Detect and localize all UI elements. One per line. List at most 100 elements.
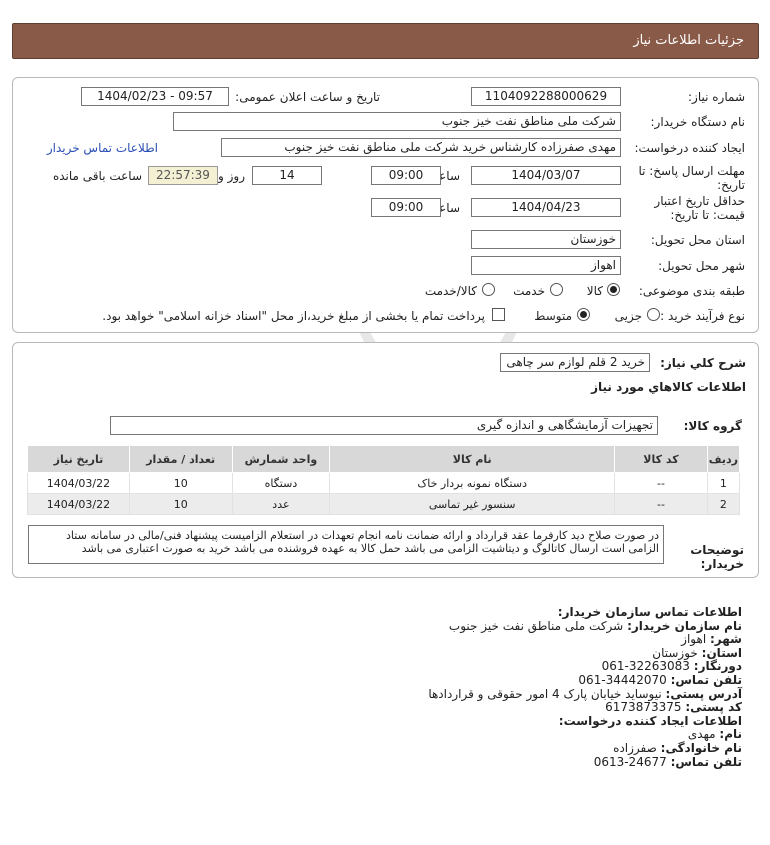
contact-postal-label: کد پستی: [685, 700, 742, 715]
need-number-field: 1104092288000629 [471, 87, 621, 106]
contact-address-value: نیوساید خیابان پارک 4 امور حقوقی و قرارد… [428, 686, 662, 701]
col-date: تاریخ نیاز [27, 445, 130, 473]
contact-fax-label: دورنگار: [693, 659, 742, 674]
items-panel: شرح کلي نياز: خرید 2 قلم لوازم سر چاهی ا… [12, 342, 759, 578]
buyer-contact-link[interactable]: اطلاعات تماس خریدار [47, 141, 158, 155]
items-table-header: ردیف کد کالا نام کالا واحد شمارش تعداد /… [27, 445, 741, 473]
item-unit: دستگاه [231, 472, 331, 494]
items-heading: اطلاعات کالاهاي مورد نياز [591, 380, 746, 394]
item-date: 1404/03/22 [27, 472, 130, 494]
validity-time-field: 09:00 [371, 198, 441, 217]
category-radio-both[interactable] [482, 283, 495, 296]
col-code: کد کالا [614, 445, 708, 473]
deadline-date-field: 1404/03/07 [471, 166, 621, 185]
process-radio-minor[interactable] [647, 308, 660, 321]
creator-first-name-value: مهدی [687, 727, 716, 742]
creator-heading: اطلاعات ایجاد کننده درخواست: [558, 713, 742, 728]
row-number: 2 [706, 493, 741, 515]
contact-org-line: نام سازمان خریدار: شرکت ملی مناطق نفت خی… [428, 618, 742, 634]
contact-address-line: آدرس پستی: نیوساید خیابان پارک 4 امور حق… [428, 686, 742, 702]
creator-last-name-value: صفرزاده [613, 740, 657, 755]
item-code: -- [614, 472, 708, 494]
creator-last-name-line: نام خانوادگی: صفرزاده [428, 740, 742, 756]
item-unit: عدد [231, 493, 331, 515]
buyer-org-label: نام دستگاه خریدار: [650, 115, 746, 129]
contact-heading: اطلاعات تماس سازمان خریدار: [557, 605, 742, 619]
category-label: طبقه بندی موضوعی: [638, 284, 745, 298]
validity-label-2: قیمت: تا تاریخ: [670, 208, 745, 222]
category-option-service: خدمت [513, 284, 545, 298]
remaining-timer: 22:57:39 [148, 166, 218, 185]
days-field: 14 [252, 166, 322, 185]
item-date: 1404/03/22 [27, 493, 130, 515]
contact-org-value: شرکت ملی مناطق نفت خیز جنوب [448, 618, 624, 633]
contact-province-line: استان: خوزستان [428, 645, 742, 661]
contact-city-line: شهر: اهواز [428, 632, 742, 647]
treasury-text: پرداخت تمام یا بخشی از مبلغ خرید،از محل … [102, 309, 485, 323]
creator-first-name-label: نام: [719, 727, 742, 742]
contact-province-value: خوزستان [652, 645, 698, 660]
contact-address-label: آدرس پستی: [665, 686, 742, 701]
deadline-time-field: 09:00 [371, 166, 441, 185]
contact-phone-line: تلفن تماس: 061-34442070 [428, 672, 742, 688]
contact-org-label: نام سازمان خریدار: [627, 618, 742, 633]
contact-fax-value: 061-32263083 [601, 659, 690, 674]
need-number-label: شماره نیاز: [688, 90, 745, 104]
deadline-label: مهلت ارسال پاسخ: تا [638, 164, 745, 178]
contact-postal-value: 6173873375 [605, 700, 682, 715]
validity-label: حداقل تاریخ اعتبار [654, 194, 745, 208]
contact-city-value: اهواز [681, 632, 707, 647]
process-option-minor: جزیی [614, 309, 642, 323]
general-desc-field: خرید 2 قلم لوازم سر چاهی [500, 353, 650, 372]
group-field: تجهیزات آزمایشگاهی و اندازه گیری [110, 416, 658, 435]
item-name: دستگاه نمونه بردار خاک [329, 472, 616, 494]
need-info-panel: شماره نیاز: 1104092288000629 تاریخ و ساع… [12, 77, 759, 333]
category-option-goods: کالا [586, 284, 603, 298]
announce-label: تاریخ و ساعت اعلان عمومی: [235, 90, 380, 104]
creator-phone-label: تلفن تماس: [670, 754, 742, 769]
process-option-medium: متوسط [534, 309, 572, 323]
table-row: 1 -- دستگاه نمونه بردار خاک دستگاه 10 14… [27, 472, 741, 494]
buyer-org-field: شرکت ملی مناطق نفت خیز جنوب [173, 112, 621, 131]
city-label: شهر محل تحویل: [658, 259, 745, 273]
creator-phone-value: 0613-24677 [593, 754, 667, 769]
creator-phone-line: تلفن تماس: 0613-24677 [428, 754, 742, 770]
contact-fax-line: دورنگار: 061-32263083 [428, 660, 742, 674]
item-qty: 10 [128, 472, 233, 494]
buyer-notes-field: در صورت صلاح دید کارفرما عقد قرارداد و ا… [28, 525, 664, 564]
category-radio-goods[interactable] [607, 283, 620, 296]
col-qty: تعداد / مقدار [128, 445, 233, 473]
group-label: گروه کالا: [683, 419, 742, 433]
item-name: سنسور غیر تماسی [329, 493, 616, 515]
col-name: نام کالا [329, 445, 616, 473]
contact-section: اطلاعات تماس سازمان خریدار: نام سازمان خ… [428, 605, 742, 770]
item-code: -- [614, 493, 708, 515]
province-field: خوزستان [471, 230, 621, 249]
page-header: جزئیات اطلاعات نیاز [12, 23, 759, 59]
buyer-notes-label-2: خریدار: [700, 557, 744, 571]
contact-province-label: استان: [701, 645, 742, 660]
col-row: ردیف [706, 445, 741, 473]
validity-date-field: 1404/04/23 [471, 198, 621, 217]
requester-field: مهدی صفرزاده کارشناس خرید شرکت ملی مناطق… [221, 138, 621, 157]
category-radio-service[interactable] [550, 283, 563, 296]
contact-phone-value: 061-34442070 [578, 672, 667, 687]
col-unit: واحد شمارش [231, 445, 331, 473]
table-row: 2 -- سنسور غیر تماسی عدد 10 1404/03/22 [27, 493, 741, 515]
contact-postal-line: کد پستی: 6173873375 [428, 700, 742, 715]
announce-field: 1404/02/23 - 09:57 [81, 87, 229, 106]
process-radio-medium[interactable] [577, 308, 590, 321]
days-label: روز و [218, 169, 245, 183]
deadline-label-2: تاریخ: [717, 178, 745, 192]
process-label: نوع فرآیند خرید : [660, 309, 745, 323]
contact-phone-label: تلفن تماس: [670, 672, 742, 687]
contact-city-label: شهر: [710, 632, 742, 647]
requester-label: ایجاد کننده درخواست: [634, 141, 745, 155]
page-title: جزئیات اطلاعات نیاز [633, 33, 744, 48]
item-qty: 10 [128, 493, 233, 515]
general-desc-label: شرح کلي نياز: [660, 356, 746, 370]
row-number: 1 [706, 472, 741, 494]
treasury-checkbox[interactable] [492, 308, 505, 321]
category-option-both: کالا/خدمت [424, 284, 477, 298]
creator-first-name-line: نام: مهدی [428, 728, 742, 742]
